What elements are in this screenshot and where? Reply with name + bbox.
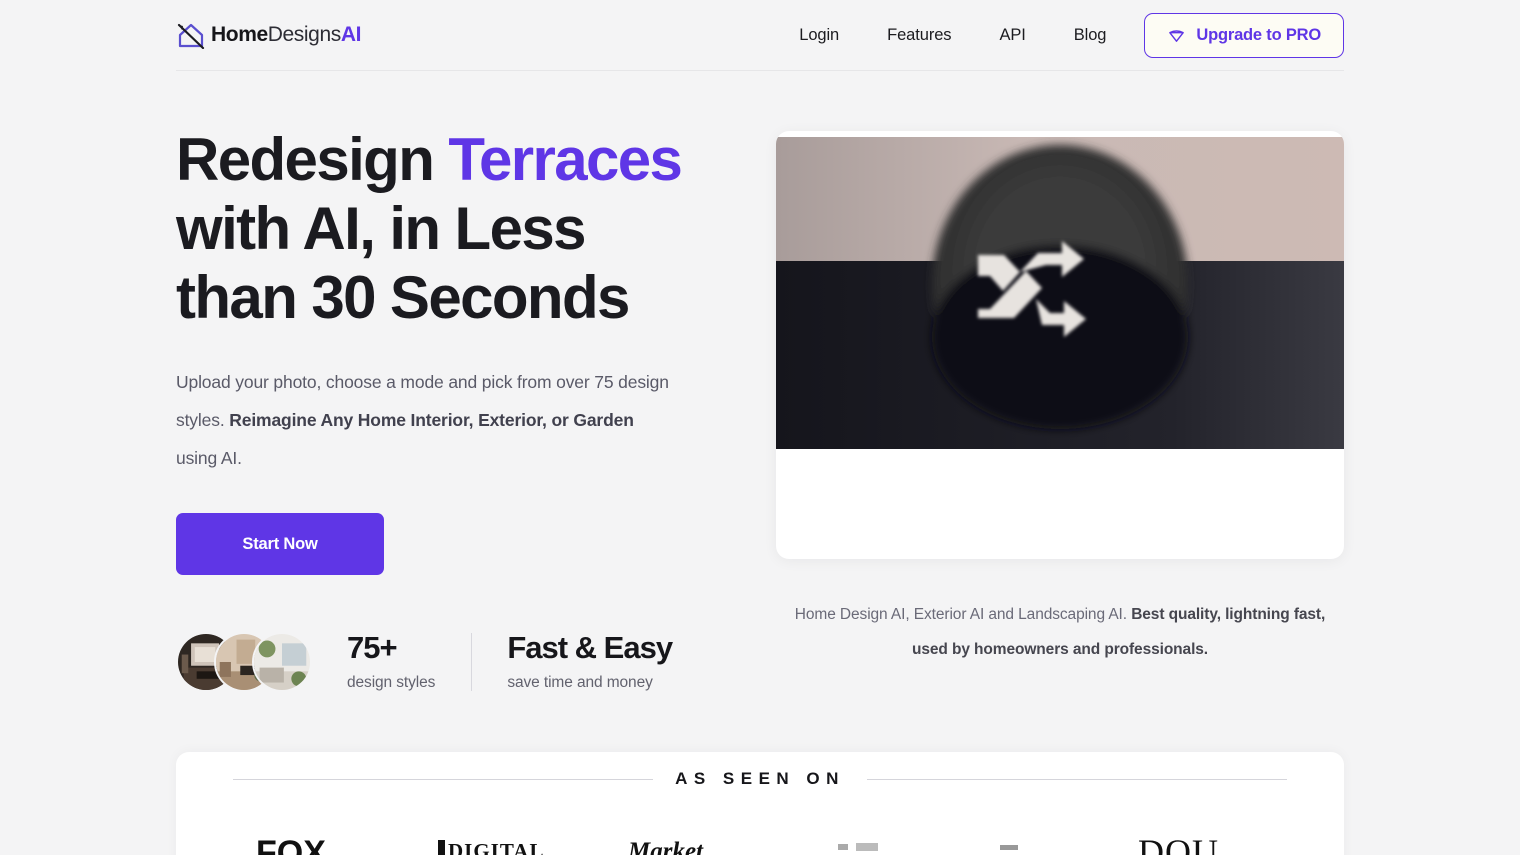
headline-line-1-plain: Redesign — [176, 126, 449, 193]
svg-text:DOU: DOU — [1138, 834, 1219, 855]
hero-media: Home Design AI, Exterior AI and Landscap… — [776, 131, 1344, 658]
headline-accent-word: Terraces — [448, 126, 683, 193]
press-logo-market: Market — [628, 838, 704, 855]
nav-link-api[interactable]: API — [999, 18, 1025, 53]
landing-page: Home Designs AI Login Features API Blog Up… — [0, 0, 1520, 855]
press-logo-dou: DOU — [1138, 834, 1219, 855]
shuffle-icon-blurred — [776, 137, 1344, 449]
hero-subtitle: Upload your photo, choose a mode and pic… — [176, 363, 676, 477]
stat-fast-easy: Fast & Easy save time and money — [507, 630, 673, 692]
brand-home: Home — [211, 23, 268, 46]
press-logo-fox: FOX — [256, 834, 326, 855]
stat-value: Fast & Easy — [507, 630, 673, 665]
upgrade-button-label: Upgrade to PRO — [1196, 25, 1321, 44]
hero-caption: Home Design AI, Exterior AI and Landscap… — [790, 597, 1330, 667]
svg-text:Market: Market — [628, 838, 704, 855]
hero-preview-image[interactable] — [776, 137, 1344, 449]
subtitle-bold: Reimagine Any Home Interior, Exterior, o… — [229, 410, 634, 430]
press-logo-partial-1 — [838, 843, 878, 851]
as-seen-on-section: AS SEEN ON FOX DIGITAL Market DOU — [176, 752, 1344, 855]
brand-logo[interactable]: Home Designs AI — [176, 21, 361, 49]
nav-link-features[interactable]: Features — [887, 18, 951, 53]
gem-icon — [1169, 29, 1185, 42]
stat-label: save time and money — [507, 674, 653, 692]
upgrade-to-pro-button[interactable]: Upgrade to PRO — [1144, 12, 1344, 58]
nav-link-login[interactable]: Login — [799, 18, 839, 53]
svg-text:DIGITAL: DIGITAL — [448, 839, 544, 855]
headline-line-2: with AI, in Less — [176, 195, 587, 262]
caption-part-1: Home Design AI, Exterior AI and Landscap… — [794, 606, 1132, 623]
stat-divider — [471, 632, 473, 691]
site-header: Home Designs AI Login Features API Blog Up… — [176, 0, 1344, 71]
headline-line-3: than 30 Seconds — [176, 264, 630, 331]
stat-label: design styles — [347, 674, 436, 692]
start-now-button[interactable]: Start Now — [176, 513, 384, 575]
page-title: Redesign Terraces with AI, in Less than … — [176, 125, 746, 332]
divider-right — [866, 778, 1288, 780]
subtitle-part-2: using AI. — [176, 448, 242, 468]
hero-content: Redesign Terraces with AI, in Less than … — [176, 125, 746, 692]
stat-design-styles: 75+ design styles — [347, 630, 436, 692]
press-logo-partial-2 — [1000, 845, 1018, 850]
brand-ai: AI — [340, 23, 362, 46]
as-seen-on-title: AS SEEN ON — [675, 769, 845, 788]
as-seen-on-header: AS SEEN ON — [233, 769, 1288, 789]
press-logo-row: FOX DIGITAL Market DOU — [256, 834, 1266, 855]
house-pencil-icon — [177, 23, 205, 49]
avatar-group — [176, 631, 312, 692]
hero-stats: 75+ design styles Fast & Easy save time … — [176, 630, 746, 692]
brand-designs: Designs — [267, 23, 341, 46]
hero-image-card — [776, 131, 1344, 559]
svg-text:FOX: FOX — [256, 834, 326, 855]
brand-wordmark: Home Designs AI — [211, 23, 361, 47]
stat-value: 75+ — [347, 630, 398, 665]
main-navigation: Login Features API Blog Upgrade to PRO — [799, 12, 1344, 58]
divider-left — [233, 778, 654, 780]
nav-link-blog[interactable]: Blog — [1074, 18, 1107, 53]
press-logo-digital: DIGITAL — [438, 839, 544, 855]
avatar — [252, 631, 312, 692]
avatar-room-light — [254, 633, 310, 690]
